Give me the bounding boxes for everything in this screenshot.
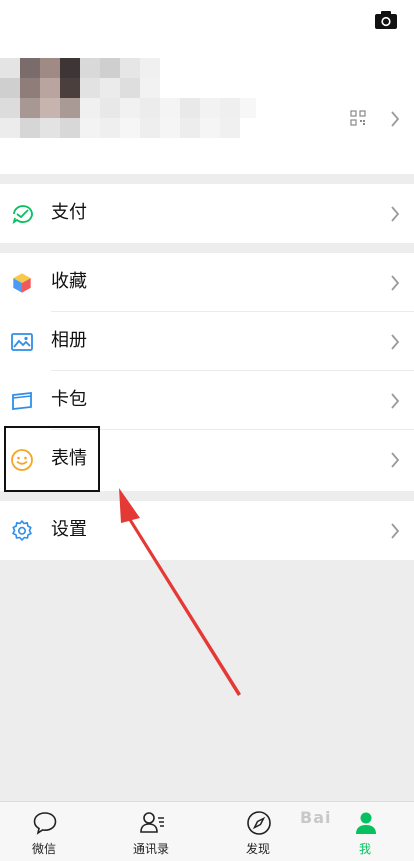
- chevron-right-icon: [391, 206, 400, 222]
- person-icon: [356, 812, 376, 834]
- settings-group: 设置: [0, 501, 414, 560]
- chevron-right-icon: [391, 452, 400, 468]
- menu-label: 卡包: [51, 389, 87, 410]
- menu-item-pay[interactable]: 支付: [0, 184, 414, 243]
- card-wallet-icon: [12, 391, 32, 411]
- menu-label: 收藏: [51, 271, 87, 292]
- image-icon: [11, 333, 33, 351]
- chevron-right-icon: [391, 111, 400, 127]
- highlight-box: [4, 426, 100, 492]
- tab-contacts[interactable]: 通讯录: [111, 802, 191, 861]
- chevron-right-icon: [391, 393, 400, 409]
- tab-me[interactable]: 我: [325, 802, 405, 861]
- menu-item-cards[interactable]: 卡包: [0, 371, 414, 430]
- menu-item-album[interactable]: 相册: [0, 312, 414, 371]
- menu-label: 相册: [51, 330, 87, 351]
- pay-group: 支付: [0, 184, 414, 243]
- bottom-tab-bar: 微信 通讯录 发现 我: [0, 801, 414, 861]
- chevron-right-icon: [391, 523, 400, 539]
- camera-icon[interactable]: [374, 10, 398, 30]
- menu-item-settings[interactable]: 设置: [0, 501, 414, 560]
- cube-icon: [12, 272, 32, 294]
- chevron-right-icon: [391, 275, 400, 291]
- contacts-icon: [140, 812, 164, 833]
- menu-label: 设置: [51, 519, 87, 540]
- gear-icon: [12, 520, 32, 541]
- tab-chats[interactable]: 微信: [4, 802, 84, 861]
- chat-bubble-icon: [33, 812, 57, 835]
- watermark: Bai: [300, 808, 332, 827]
- compass-icon: [247, 811, 271, 835]
- tab-label: 发现: [245, 842, 270, 856]
- menu-item-favorites[interactable]: 收藏: [0, 253, 414, 312]
- profile-header[interactable]: [0, 0, 414, 174]
- tab-label: 通讯录: [132, 842, 169, 856]
- wechat-pay-icon: [12, 205, 33, 225]
- qr-code-icon[interactable]: [350, 110, 366, 126]
- tab-discover[interactable]: 发现: [218, 802, 298, 861]
- chevron-right-icon: [391, 334, 400, 350]
- tab-label: 微信: [31, 842, 56, 856]
- menu-label: 支付: [51, 202, 87, 223]
- tab-label: 我: [358, 842, 371, 856]
- blurred-avatar[interactable]: [0, 58, 260, 140]
